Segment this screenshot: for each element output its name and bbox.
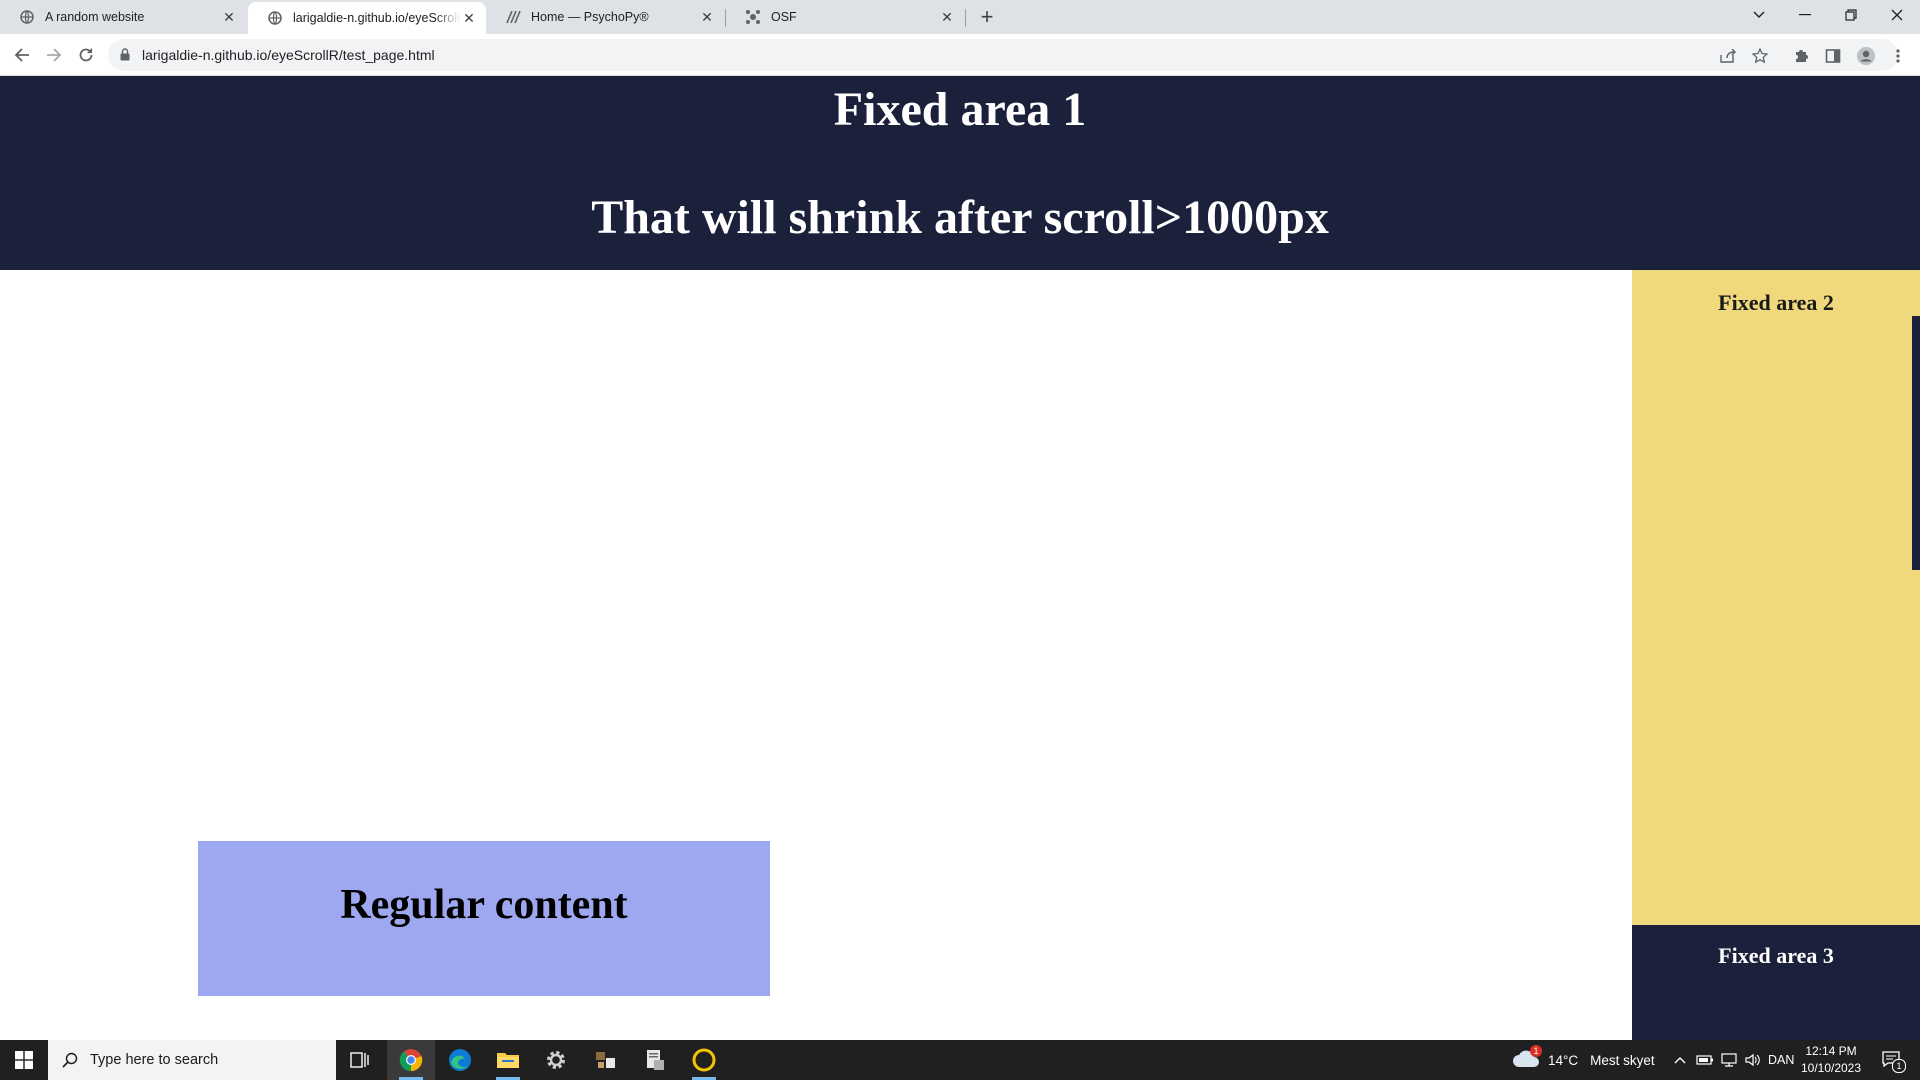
weather-widget[interactable]: 1 14°C Mest skyet bbox=[1512, 1040, 1655, 1080]
clock-time: 12:14 PM bbox=[1805, 1044, 1857, 1058]
psychopy-builder-icon bbox=[596, 1052, 615, 1068]
windows-taskbar: Type here to search 1 14°C Mest skyet DA… bbox=[0, 1040, 1920, 1080]
fixed-area-3: Fixed area 3 bbox=[1632, 925, 1920, 1040]
close-icon[interactable]: ✕ bbox=[698, 8, 716, 26]
tab-title: A random website bbox=[45, 10, 145, 24]
globe-icon bbox=[267, 10, 283, 26]
url-text: larigaldie-n.github.io/eyeScrollR/test_p… bbox=[142, 47, 435, 63]
language-indicator[interactable]: DAN bbox=[1768, 1040, 1794, 1080]
fixed-area-1-title: Fixed area 1 bbox=[833, 83, 1087, 136]
taskbar-psychopy-coder[interactable] bbox=[631, 1040, 679, 1080]
tab-strip: A random website ✕ larigaldie-n.github.i… bbox=[0, 0, 1920, 34]
taskbar-settings[interactable] bbox=[532, 1040, 580, 1080]
clock-date: 10/10/2023 bbox=[1800, 1061, 1862, 1075]
chevron-down-icon bbox=[1753, 11, 1765, 18]
search-placeholder: Type here to search bbox=[90, 1052, 219, 1068]
fixed-area-1: Fixed area 1 That will shrink after scro… bbox=[0, 76, 1920, 270]
address-bar[interactable]: larigaldie-n.github.io/eyeScrollR/test_p… bbox=[108, 39, 1898, 71]
tab-title: larigaldie-n.github.io/eyeScrollR/test_p… bbox=[293, 11, 460, 25]
fixed-area-1-subtitle: That will shrink after scroll>1000px bbox=[591, 191, 1329, 244]
psychopy-coder-icon bbox=[647, 1050, 664, 1070]
tab-search-button[interactable] bbox=[1736, 0, 1782, 30]
close-icon[interactable]: ✕ bbox=[938, 8, 956, 26]
taskbar-chrome[interactable] bbox=[387, 1040, 435, 1080]
close-icon[interactable]: ✕ bbox=[220, 8, 238, 26]
side-panel-icon[interactable] bbox=[1823, 46, 1843, 66]
cloud-icon: 1 bbox=[1512, 1045, 1542, 1071]
windows-logo-icon bbox=[15, 1051, 33, 1069]
reload-icon bbox=[79, 48, 93, 62]
search-icon bbox=[62, 1052, 78, 1068]
fixed-area-2: Fixed area 2 bbox=[1632, 270, 1920, 925]
task-view-icon bbox=[350, 1052, 369, 1068]
network-icon[interactable] bbox=[1720, 1040, 1738, 1080]
close-icon[interactable]: ✕ bbox=[460, 9, 478, 27]
restore-icon bbox=[1845, 9, 1857, 21]
psychopy-icon bbox=[505, 9, 521, 25]
minimize-button[interactable] bbox=[1782, 0, 1828, 30]
extensions-puzzle-icon[interactable] bbox=[1791, 46, 1811, 66]
edge-icon bbox=[449, 1049, 471, 1071]
volume-icon[interactable] bbox=[1744, 1040, 1762, 1080]
bookmark-star-icon[interactable] bbox=[1751, 47, 1769, 65]
tray-overflow-button[interactable] bbox=[1672, 1040, 1688, 1080]
taskbar-search-box[interactable]: Type here to search bbox=[48, 1040, 336, 1080]
weather-description: Mest skyet bbox=[1590, 1052, 1655, 1068]
chevron-up-icon bbox=[1674, 1057, 1686, 1064]
tab-psychopy[interactable]: Home — PsychoPy® ✕ bbox=[486, 0, 724, 34]
notification-icon: 1 bbox=[1882, 1051, 1906, 1073]
arrow-left-icon bbox=[14, 48, 29, 62]
tab-osf[interactable]: OSF ✕ bbox=[726, 0, 964, 34]
reload-button[interactable] bbox=[74, 43, 98, 67]
start-button[interactable] bbox=[0, 1040, 48, 1080]
profile-avatar-icon[interactable] bbox=[1856, 46, 1876, 66]
chrome-icon bbox=[399, 1049, 423, 1072]
taskbar-psychopy-builder[interactable] bbox=[582, 1040, 630, 1080]
tab-eyescrollr[interactable]: larigaldie-n.github.io/eyeScrollR/test_p… bbox=[248, 2, 486, 34]
scrollbar-thumb[interactable] bbox=[1912, 316, 1920, 570]
tab-title: Home — PsychoPy® bbox=[531, 10, 649, 24]
menu-kebab-icon[interactable] bbox=[1888, 46, 1908, 66]
weather-temp: 14°C bbox=[1548, 1052, 1579, 1068]
taskbar-file-explorer[interactable] bbox=[484, 1040, 532, 1080]
clock[interactable]: 12:14 PM 10/10/2023 bbox=[1800, 1043, 1862, 1077]
folder-icon bbox=[497, 1053, 519, 1068]
task-view-button[interactable] bbox=[336, 1040, 384, 1080]
restore-button[interactable] bbox=[1828, 0, 1874, 30]
close-icon bbox=[1891, 9, 1903, 21]
back-button[interactable] bbox=[10, 43, 34, 67]
notification-center-button[interactable]: 1 bbox=[1876, 1040, 1908, 1080]
tab-title: OSF bbox=[771, 10, 797, 24]
ring-icon bbox=[692, 1048, 716, 1072]
gear-icon bbox=[547, 1051, 565, 1069]
regular-content-label: Regular content bbox=[340, 882, 628, 928]
taskbar-edge[interactable] bbox=[436, 1040, 484, 1080]
close-window-button[interactable] bbox=[1874, 0, 1920, 30]
browser-toolbar: larigaldie-n.github.io/eyeScrollR/test_p… bbox=[0, 34, 1920, 76]
tab-a-random-website[interactable]: A random website ✕ bbox=[0, 0, 246, 34]
globe-icon bbox=[19, 9, 35, 25]
new-tab-button[interactable]: + bbox=[976, 4, 998, 29]
fixed-area-2-label: Fixed area 2 bbox=[1718, 290, 1834, 315]
taskbar-ring-app[interactable] bbox=[680, 1040, 728, 1080]
arrow-right-icon bbox=[47, 48, 62, 62]
notification-count: 1 bbox=[1892, 1059, 1906, 1073]
lock-icon bbox=[120, 48, 130, 66]
minimize-icon bbox=[1799, 14, 1811, 16]
regular-content: Regular content bbox=[198, 841, 770, 996]
battery-icon[interactable] bbox=[1696, 1040, 1714, 1080]
share-icon[interactable] bbox=[1719, 47, 1737, 65]
fixed-area-3-label: Fixed area 3 bbox=[1718, 943, 1834, 968]
weather-badge: 1 bbox=[1530, 1045, 1542, 1057]
forward-button[interactable] bbox=[42, 43, 66, 67]
osf-icon bbox=[745, 9, 761, 25]
